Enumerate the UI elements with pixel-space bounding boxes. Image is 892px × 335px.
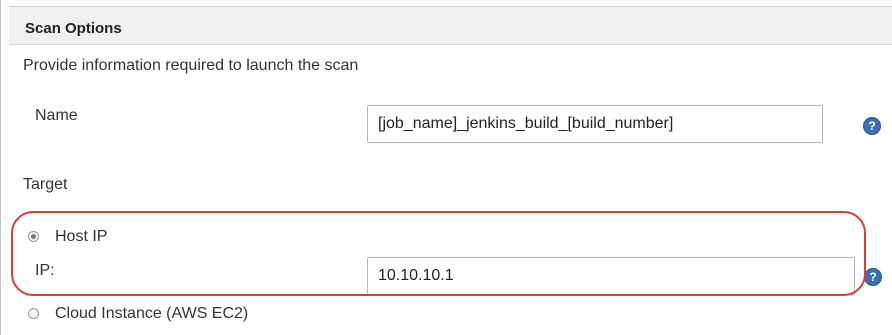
section-header: Scan Options <box>9 6 892 45</box>
name-input[interactable] <box>367 105 823 143</box>
section-title: Scan Options <box>25 20 122 37</box>
radio-label-cloud-instance: Cloud Instance (AWS EC2) <box>55 305 249 322</box>
name-label: Name <box>35 107 78 124</box>
section-description: Provide information required to launch t… <box>23 57 359 74</box>
radio-button-host-ip[interactable] <box>28 231 39 242</box>
question-mark-icon[interactable]: ? <box>864 268 882 286</box>
ip-label: IP: <box>35 262 55 279</box>
radio-label-host-ip: Host IP <box>55 228 108 245</box>
radio-button-cloud-instance[interactable] <box>28 308 39 319</box>
scan-options-panel: Scan Options Provide information require… <box>0 0 892 335</box>
question-mark-icon[interactable]: ? <box>863 117 881 135</box>
target-label: Target <box>23 176 68 193</box>
ip-input[interactable] <box>367 257 855 295</box>
